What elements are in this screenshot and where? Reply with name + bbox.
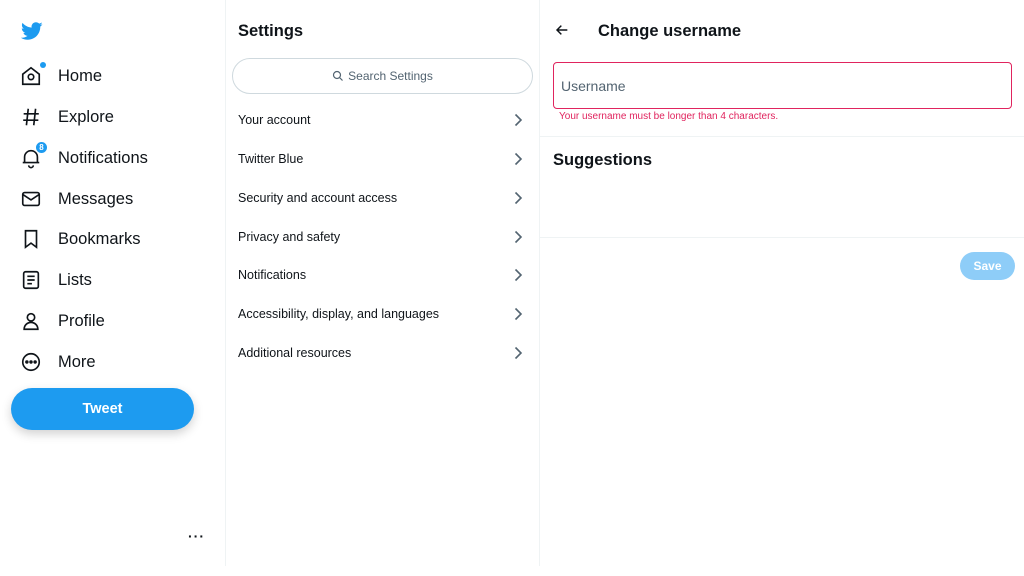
nav-home[interactable]: Home <box>20 60 102 92</box>
nav-profile-label: Profile <box>58 311 105 330</box>
chevron-right-icon <box>514 346 523 360</box>
nav-more-label: More <box>58 352 96 371</box>
tweet-button[interactable]: Tweet <box>11 388 194 430</box>
nav-home-label: Home <box>58 66 103 85</box>
settings-title: Settings <box>238 22 304 40</box>
chevron-right-icon <box>514 307 523 321</box>
username-error-text: Your username must be longer than 4 char… <box>559 111 779 122</box>
save-button[interactable]: Save <box>960 252 1015 280</box>
nav-notifications-label: Notifications <box>58 148 148 167</box>
section-divider <box>540 136 1024 137</box>
change-username-panel: Change username Your username must be lo… <box>540 0 1024 576</box>
settings-item-twitter-blue[interactable]: Twitter Blue <box>226 140 539 178</box>
settings-item-label: Notifications <box>238 268 307 282</box>
settings-item-your-account[interactable]: Your account <box>226 101 539 139</box>
settings-search-placeholder: Search Settings <box>348 69 433 83</box>
hashtag-icon <box>20 106 42 128</box>
nav-lists[interactable]: Lists <box>20 264 92 296</box>
left-nav: Home Explore 8 Notifications Messages Bo… <box>0 0 225 576</box>
search-icon <box>333 70 344 81</box>
panel-title: Change username <box>598 22 742 40</box>
settings-item-label: Your account <box>238 113 311 127</box>
home-icon <box>20 62 46 87</box>
chevron-right-icon <box>514 268 523 282</box>
nav-explore-label: Explore <box>58 107 114 126</box>
nav-bookmarks-label: Bookmarks <box>58 229 141 248</box>
settings-item-label: Twitter Blue <box>238 152 304 166</box>
chevron-right-icon <box>514 152 523 166</box>
nav-profile[interactable]: Profile <box>20 305 105 337</box>
nav-bookmarks[interactable]: Bookmarks <box>20 223 141 255</box>
chevron-right-icon <box>514 113 523 127</box>
nav-more[interactable]: More <box>20 346 96 378</box>
settings-item-privacy[interactable]: Privacy and safety <box>226 218 539 256</box>
envelope-icon <box>20 188 42 210</box>
account-menu-ellipsis-icon[interactable]: ··· <box>188 528 205 544</box>
person-icon <box>20 310 42 332</box>
settings-item-additional-resources[interactable]: Additional resources <box>226 334 539 372</box>
username-input[interactable] <box>561 77 1011 94</box>
suggestions-heading: Suggestions <box>553 151 653 169</box>
nav-lists-label: Lists <box>58 270 92 289</box>
nav-messages[interactable]: Messages <box>20 183 133 215</box>
settings-item-label: Additional resources <box>238 346 352 360</box>
list-icon <box>20 269 42 291</box>
new-content-dot <box>40 62 46 68</box>
bell-icon: 8 <box>20 141 48 169</box>
nav-messages-label: Messages <box>58 189 134 208</box>
nav-explore[interactable]: Explore <box>20 101 114 133</box>
chevron-right-icon <box>514 230 523 244</box>
more-circle-icon <box>20 351 42 373</box>
section-divider <box>540 237 1024 238</box>
notification-count-badge: 8 <box>35 141 48 154</box>
username-field[interactable] <box>553 62 1012 109</box>
bookmark-icon <box>20 228 42 250</box>
settings-column: Settings Search Settings Your account Tw… <box>225 0 540 566</box>
settings-item-label: Privacy and safety <box>238 230 341 244</box>
chevron-right-icon <box>514 191 523 205</box>
settings-search-input[interactable]: Search Settings <box>232 58 533 94</box>
settings-item-notifications[interactable]: Notifications <box>226 256 539 294</box>
back-arrow-icon[interactable] <box>554 22 570 38</box>
settings-item-accessibility[interactable]: Accessibility, display, and languages <box>226 295 539 333</box>
nav-notifications[interactable]: 8 Notifications <box>20 141 148 174</box>
twitter-bird-icon[interactable] <box>20 20 44 42</box>
settings-item-label: Security and account access <box>238 191 398 205</box>
settings-item-label: Accessibility, display, and languages <box>238 307 440 321</box>
settings-item-security[interactable]: Security and account access <box>226 179 539 217</box>
